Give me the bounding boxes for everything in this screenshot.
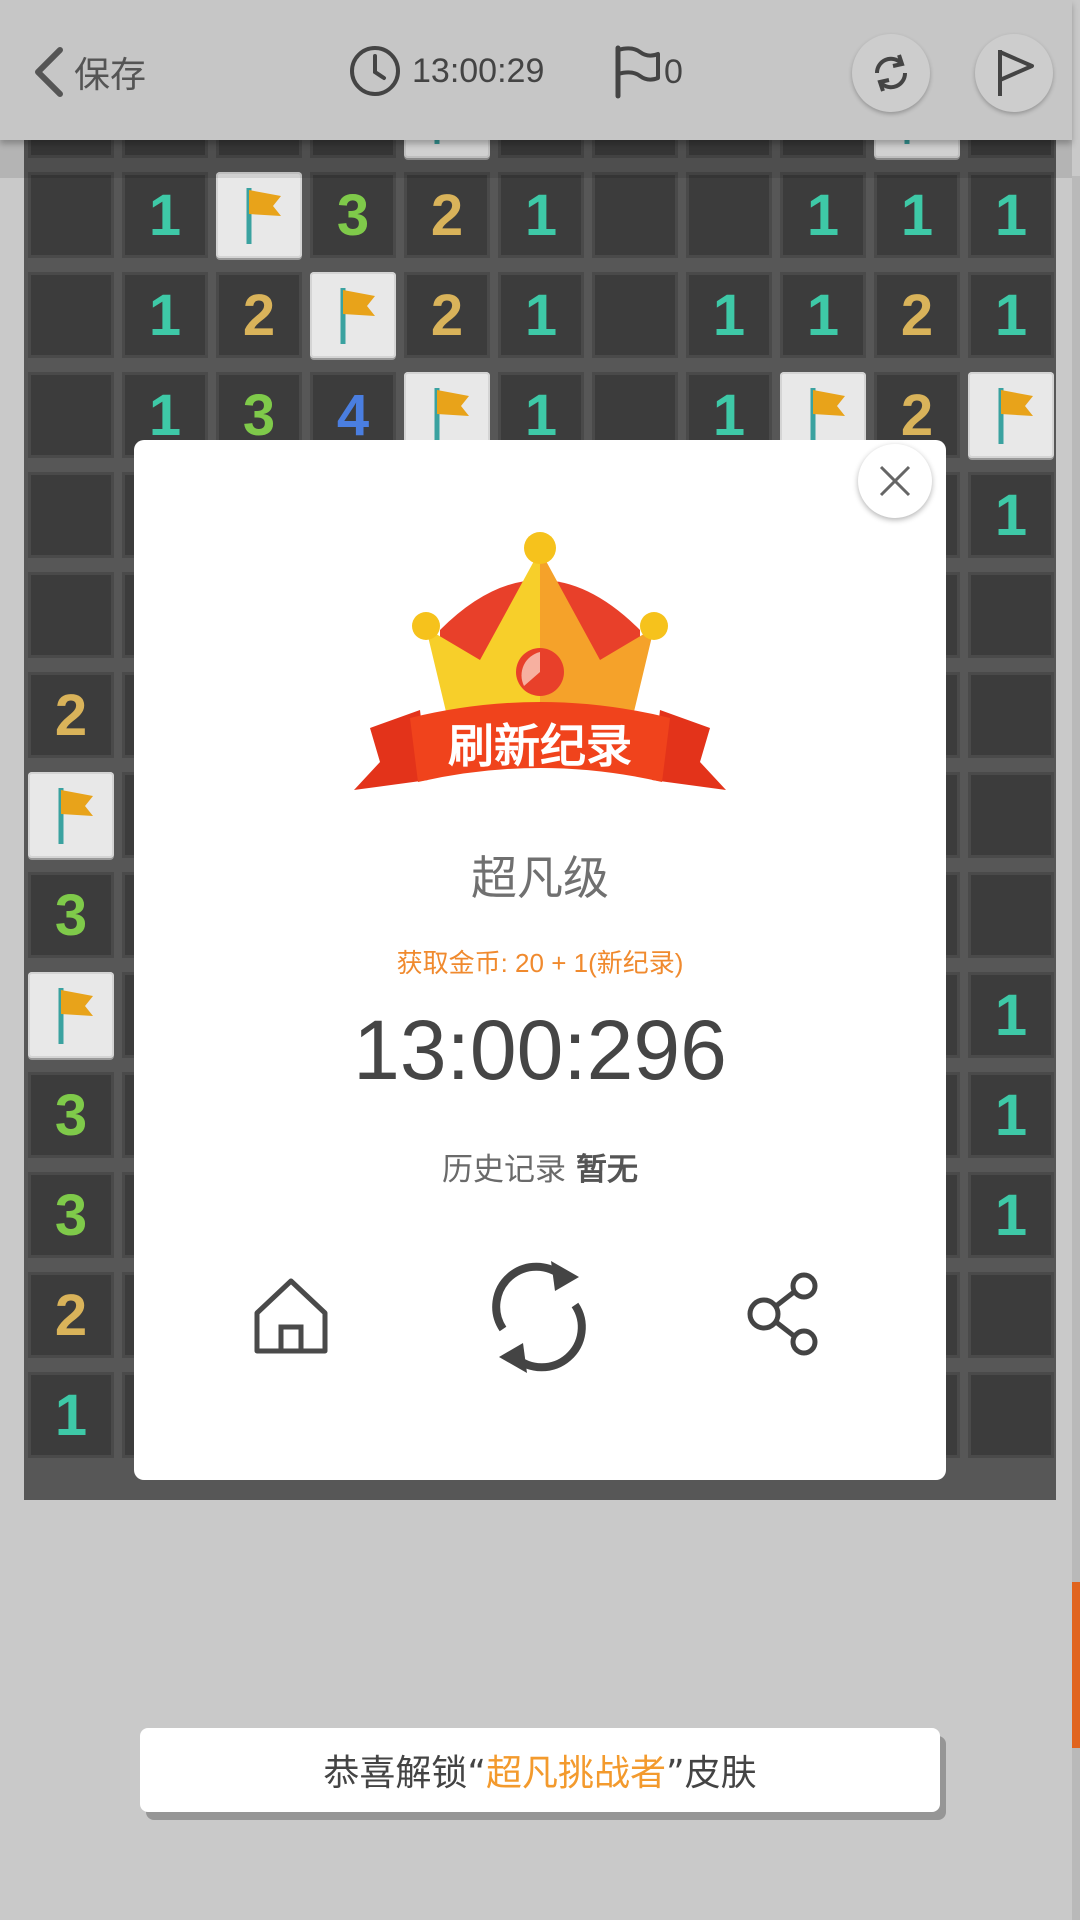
timer: 13:00:29 bbox=[348, 44, 544, 98]
flag-mode-button[interactable] bbox=[975, 34, 1053, 112]
toast-skin-name: 超凡挑战者 bbox=[485, 1753, 666, 1794]
scroll-thumb[interactable] bbox=[1072, 1582, 1080, 1748]
ribbon-text: 刷新纪录 bbox=[448, 719, 632, 773]
share-icon bbox=[747, 1272, 818, 1356]
close-icon bbox=[879, 465, 911, 497]
history-label: 历史记录 bbox=[442, 1152, 566, 1188]
home-button[interactable] bbox=[246, 1270, 336, 1360]
refresh-icon bbox=[874, 54, 908, 92]
flag-count: 0 bbox=[664, 52, 683, 91]
record-dialog: 刷新纪录 超凡级 获取金币: 20 + 1(新纪录) 13:00:296 历史记… bbox=[134, 440, 946, 1480]
history-value: 暂无 bbox=[576, 1152, 638, 1188]
timer-value: 13:00:29 bbox=[412, 51, 545, 90]
finish-time: 13:00:296 bbox=[353, 1003, 727, 1097]
close-button[interactable] bbox=[858, 444, 932, 518]
play-again-button[interactable] bbox=[480, 1258, 598, 1376]
toast-prefix: 恭喜解锁“ bbox=[323, 1753, 486, 1794]
share-button[interactable] bbox=[742, 1272, 826, 1356]
home-icon bbox=[254, 1278, 328, 1354]
save-back-button[interactable]: 保存 bbox=[28, 44, 146, 100]
flag-outline-icon bbox=[998, 50, 1034, 96]
top-bar: 保存 13:00:29 0 bbox=[0, 0, 1072, 140]
refresh-icon bbox=[492, 1261, 586, 1373]
chevron-left-icon bbox=[35, 47, 63, 97]
history-record: 历史记录 暂无 bbox=[134, 1144, 946, 1189]
restart-button[interactable] bbox=[852, 34, 930, 112]
toast-suffix: ”皮肤 bbox=[666, 1753, 757, 1794]
unlock-toast: 恭喜解锁“ 超凡挑战者 ”皮肤 bbox=[140, 1728, 940, 1812]
clock-icon bbox=[350, 46, 400, 96]
flag-icon bbox=[615, 45, 660, 99]
save-label: 保存 bbox=[74, 55, 147, 96]
flag-counter: 0 bbox=[610, 44, 683, 100]
difficulty-level: 超凡级 bbox=[471, 851, 609, 905]
coins-earned: 获取金币: 20 + 1(新纪录) bbox=[396, 948, 684, 978]
